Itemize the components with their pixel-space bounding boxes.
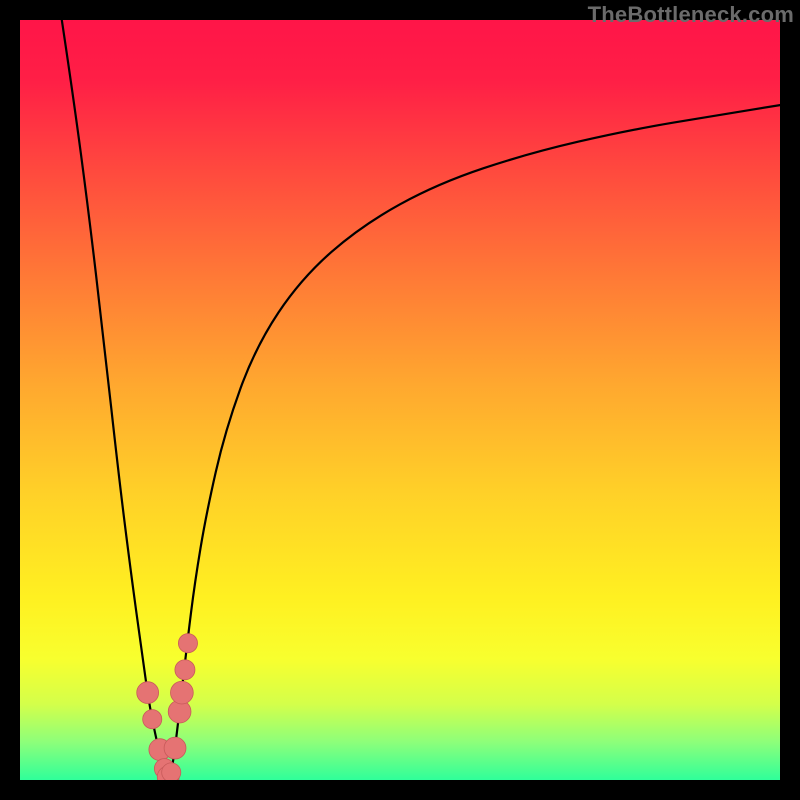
chart-svg xyxy=(20,20,780,780)
data-marker xyxy=(137,682,159,704)
data-marker xyxy=(171,681,194,704)
left-curve xyxy=(62,20,170,780)
data-marker xyxy=(175,660,195,680)
data-marker xyxy=(143,710,162,729)
data-marker xyxy=(178,634,197,653)
watermark-text: TheBottleneck.com xyxy=(588,2,794,28)
data-markers xyxy=(137,634,198,780)
data-marker xyxy=(162,763,181,780)
plot-area xyxy=(20,20,780,780)
data-marker xyxy=(164,737,186,759)
right-curve xyxy=(170,105,780,780)
chart-frame: TheBottleneck.com xyxy=(0,0,800,800)
